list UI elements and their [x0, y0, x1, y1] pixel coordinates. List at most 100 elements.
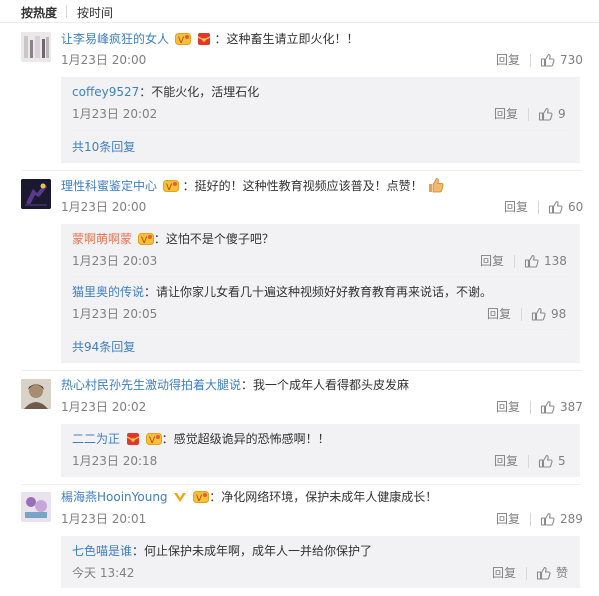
- red-envelope-icon: [126, 432, 140, 450]
- like-button[interactable]: 60: [548, 199, 583, 215]
- divider: [528, 455, 529, 468]
- divider: [528, 108, 529, 121]
- divider: [526, 567, 527, 580]
- sort-tab-time[interactable]: 按时间: [77, 4, 113, 21]
- reply-username[interactable]: 猫里奥的传说: [72, 285, 144, 299]
- like-button[interactable]: 5: [538, 453, 566, 469]
- like-button[interactable]: 387: [540, 399, 583, 415]
- vip-badge-icon: V: [145, 432, 162, 450]
- reply-line: coffey9527：不能火化，活埋石化: [72, 84, 259, 100]
- reply-time: 1月23日 20:02: [72, 107, 158, 121]
- reply-time: 1月23日 20:05: [72, 307, 158, 321]
- comment-time: 1月23日 20:00: [61, 53, 147, 67]
- like-count: 730: [560, 53, 583, 67]
- comment-time: 1月23日 20:01: [61, 512, 147, 526]
- vip-badge-icon: V: [174, 32, 191, 50]
- more-replies-link[interactable]: 共94条回复: [72, 339, 135, 355]
- svg-text:V: V: [149, 436, 156, 446]
- like-button[interactable]: 98: [531, 306, 566, 322]
- reply-button[interactable]: 回复: [496, 511, 520, 527]
- divider: [21, 484, 581, 485]
- sort-bar: 按热度 按时间: [0, 0, 599, 23]
- reply-line: 蒙啊萌啊蒙 V ：这怕不是个傻子吧？: [72, 231, 274, 250]
- reply-button[interactable]: 回复: [480, 253, 504, 269]
- svg-text:V: V: [141, 236, 148, 246]
- red-envelope-icon: [197, 32, 211, 50]
- reply-text: ：这怕不是个傻子吧？: [153, 232, 274, 246]
- like-count: 9: [558, 107, 566, 121]
- crown-badge-icon: [173, 490, 187, 508]
- thumb-up-icon: [531, 307, 546, 321]
- username[interactable]: 让李易峰疯狂的女人: [61, 32, 169, 46]
- like-button[interactable]: 138: [524, 253, 567, 269]
- more-replies-link[interactable]: 共10条回复: [72, 139, 135, 155]
- avatar[interactable]: [21, 179, 51, 209]
- like-button[interactable]: 9: [538, 106, 566, 122]
- divider: [530, 401, 531, 414]
- sort-tab-hot[interactable]: 按热度: [21, 4, 57, 21]
- divider: [21, 370, 581, 371]
- reply-username[interactable]: 二二为正: [72, 432, 120, 446]
- svg-text:V: V: [166, 183, 173, 193]
- username[interactable]: 理性科蜜鉴定中心: [61, 179, 157, 193]
- avatar[interactable]: [21, 492, 51, 522]
- comment-line: 让李易峰疯狂的女人 V ：这种畜生请立即火化！！: [61, 31, 359, 50]
- thumb-up-icon: [538, 107, 553, 121]
- like-count: 98: [551, 307, 567, 321]
- reply-line: 七色喵是谁：何止保护未成年啊，成年人一并给你保护了: [72, 543, 372, 559]
- reply-button[interactable]: 回复: [492, 565, 516, 581]
- divider: [514, 255, 515, 268]
- thumb-up-icon: [536, 566, 551, 580]
- comment-line: 楊海燕HooinYoung V ：净化网络环境，保护未成年人健康成长！: [61, 489, 437, 508]
- comment-time: 1月23日 20:02: [61, 400, 147, 414]
- username[interactable]: 热心村民孙先生激动得拍着大腿说: [61, 378, 241, 392]
- divider: [530, 54, 531, 67]
- divider: [72, 276, 569, 277]
- username[interactable]: 楊海燕HooinYoung: [61, 490, 168, 504]
- divider: [530, 513, 531, 526]
- reply-line: 二二为正 V ：感觉超级诡异的恐怖感啊！！: [72, 431, 330, 450]
- thumbs-up-emoji-icon: [427, 177, 445, 197]
- like-button[interactable]: 289: [540, 511, 583, 527]
- divider: [21, 170, 581, 171]
- sort-divider: [66, 5, 67, 18]
- reply-username[interactable]: 七色喵是谁: [72, 544, 132, 558]
- reply-button[interactable]: 回复: [487, 306, 511, 322]
- vip-badge-icon: V: [137, 232, 154, 250]
- thumb-up-icon: [548, 200, 563, 214]
- like-count: 387: [560, 400, 583, 414]
- reply-button[interactable]: 回复: [496, 399, 520, 415]
- like-button[interactable]: 730: [540, 52, 583, 68]
- reply-button[interactable]: 回复: [504, 199, 528, 215]
- avatar[interactable]: [21, 379, 51, 409]
- reply-time: 1月23日 20:03: [72, 254, 158, 268]
- divider: [72, 329, 569, 330]
- vip-badge-icon: V: [193, 490, 210, 508]
- divider: [72, 130, 569, 131]
- svg-text:V: V: [178, 36, 185, 46]
- comment-text: ：我一个成年人看得都头皮发麻: [241, 378, 410, 392]
- like-count: 5: [558, 454, 566, 468]
- reply-text: ：请让你家儿女看几十遍这种视频好好教育教育再来说话，不谢。: [144, 285, 493, 299]
- avatar[interactable]: [21, 32, 51, 62]
- reply-username[interactable]: coffey9527: [72, 85, 139, 99]
- thumb-up-icon: [524, 254, 539, 268]
- like-count: 60: [568, 200, 584, 214]
- reply-text: ：何止保护未成年啊，成年人一并给你保护了: [132, 544, 373, 558]
- thumb-up-icon: [540, 512, 555, 526]
- thumb-up-icon: [540, 400, 555, 414]
- divider: [521, 308, 522, 321]
- reply-username[interactable]: 蒙啊萌啊蒙: [72, 232, 132, 246]
- reply-button[interactable]: 回复: [494, 453, 518, 469]
- vip-badge-icon: V: [162, 179, 179, 197]
- comment-text: ：净化网络环境，保护未成年人健康成长！: [209, 490, 438, 504]
- reply-button[interactable]: 回复: [494, 106, 518, 122]
- reply-time: 1月23日 20:18: [72, 454, 158, 468]
- reply-button[interactable]: 回复: [496, 52, 520, 68]
- reply-line: 猫里奥的传说：请让你家儿女看几十遍这种视频好好教育教育再来说话，不谢。: [72, 284, 492, 300]
- divider: [538, 201, 539, 214]
- like-count: 赞: [556, 566, 569, 580]
- like-button[interactable]: 赞: [536, 565, 568, 581]
- svg-text:V: V: [196, 494, 203, 504]
- comment-line: 热心村民孙先生激动得拍着大腿说：我一个成年人看得都头皮发麻: [61, 377, 409, 393]
